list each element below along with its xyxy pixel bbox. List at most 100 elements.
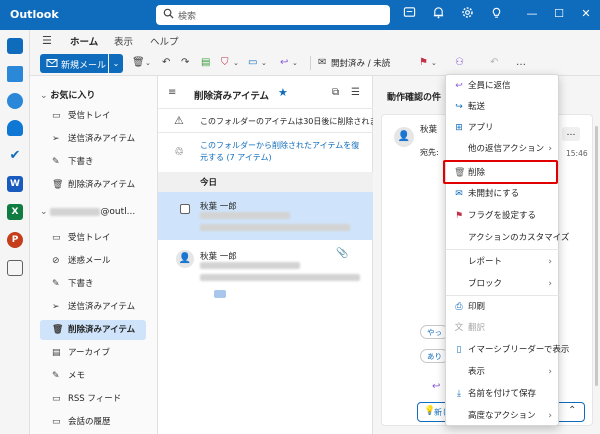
folder-favorites-deleted[interactable]: 🗑 削除済みアイテム	[40, 175, 146, 195]
archive-icon: ▤	[52, 348, 61, 358]
folder-inbox[interactable]: ▭ 受信トレイ	[40, 228, 146, 248]
menu-item-view[interactable]: 表示 ›	[446, 361, 560, 383]
reply-icon[interactable]: ↩	[432, 381, 440, 392]
folder-drafts[interactable]: ✎ 下書き	[40, 274, 146, 294]
note-icon: ✎	[52, 371, 60, 381]
select-icon[interactable]: ⧉	[332, 87, 339, 98]
app-rail: ✔ W X P	[0, 30, 30, 434]
bell-icon[interactable]	[429, 6, 447, 24]
chevron-down-icon[interactable]: ⌄	[292, 55, 298, 71]
message-item[interactable]: 👤 秋葉 一郎 📎	[158, 242, 373, 308]
folder-sent[interactable]: ➢ 送信済みアイテム	[40, 297, 146, 317]
gear-icon[interactable]	[458, 6, 476, 24]
chevron-right-icon: ›	[548, 411, 552, 421]
attachment-thumbnail[interactable]	[214, 290, 226, 298]
group-header-today[interactable]: 今日	[158, 172, 373, 192]
people-app-icon[interactable]	[7, 93, 23, 109]
scrollbar[interactable]	[595, 126, 598, 386]
menu-item-set-flag[interactable]: ⚑ フラグを設定する	[446, 205, 560, 227]
report-icon[interactable]: ⛉	[221, 55, 229, 71]
folder-favorites-drafts[interactable]: ✎ 下書き	[40, 152, 146, 172]
menu-item-print[interactable]: ⎙ 印刷	[446, 296, 560, 318]
pin-icon[interactable]: ⚇	[455, 55, 464, 71]
message-item[interactable]: 秋葉 一郎	[158, 192, 373, 240]
more-actions-button[interactable]: …	[562, 127, 580, 141]
menu-item-forward[interactable]: ↪ 転送	[446, 96, 560, 118]
folder-conversation-history[interactable]: ▭ 会話の履歴	[40, 412, 146, 432]
menu-item-reply-all[interactable]: ↩ 全員に返信	[446, 75, 560, 97]
powerpoint-app-icon[interactable]: P	[7, 232, 23, 248]
reader-icon: ▯	[456, 345, 462, 355]
menu-item-block[interactable]: ブロック ›	[446, 273, 560, 295]
menu-separator	[446, 249, 560, 250]
mail-app-icon[interactable]	[7, 38, 23, 54]
tab-help[interactable]: ヘルプ	[150, 34, 179, 48]
folder-icon: ▭	[52, 394, 61, 404]
maximize-button[interactable]: ☐	[551, 6, 567, 22]
folder-deleted[interactable]: 🗑 削除済みアイテム	[40, 320, 146, 340]
menu-item-other-reply-actions[interactable]: 他の返信アクション ›	[446, 138, 560, 160]
word-app-icon[interactable]: W	[7, 176, 23, 192]
checkbox[interactable]	[180, 204, 190, 214]
groups-app-icon[interactable]	[7, 120, 23, 136]
tab-view[interactable]: 表示	[114, 34, 133, 48]
chevron-down-icon[interactable]: ⌄	[233, 55, 239, 71]
menu-item-save-as[interactable]: ⤓ 名前を付けて保存	[446, 383, 560, 405]
menu-item-advanced-actions[interactable]: 高度なアクション ›	[446, 405, 560, 427]
redo-icon[interactable]: ↷	[181, 55, 189, 71]
menu-item-apps[interactable]: ⊞ アプリ	[446, 117, 560, 139]
read-unread-button[interactable]: 開封済み / 未読	[331, 57, 390, 69]
folder-title: 削除済みアイテム	[194, 91, 270, 102]
archive-icon[interactable]: ▤	[201, 55, 210, 71]
menu-toggle-icon[interactable]: ☰	[42, 34, 52, 47]
minimize-button[interactable]: —	[524, 6, 540, 22]
more-options-button[interactable]: …	[516, 55, 526, 71]
reply-icon[interactable]: ↩	[280, 55, 288, 71]
collapse-pane-icon[interactable]: ≡	[168, 87, 176, 98]
folder-notes[interactable]: ✎ メモ	[40, 366, 146, 386]
excel-app-icon[interactable]: X	[7, 204, 23, 220]
folder-favorites-sent[interactable]: ➢ 送信済みアイテム	[40, 129, 146, 149]
lightbulb-icon[interactable]	[487, 6, 505, 24]
menu-item-customize-actions[interactable]: アクションのカスタマイズ	[446, 227, 569, 249]
todo-app-icon[interactable]: ✔	[7, 148, 23, 164]
menu-item-report[interactable]: レポート ›	[446, 251, 560, 273]
undo-icon[interactable]: ↶	[490, 55, 498, 71]
compose-note-icon[interactable]	[400, 6, 418, 24]
undo-icon[interactable]: ↶	[162, 55, 170, 71]
filter-icon[interactable]: ☰	[351, 87, 360, 98]
chevron-up-icon[interactable]: ⌃	[568, 405, 576, 416]
folder-junk[interactable]: ⊘ 迷惑メール	[40, 251, 146, 271]
more-apps-icon[interactable]	[7, 260, 23, 276]
close-button[interactable]: ✕	[578, 6, 594, 22]
inbox-icon: ▭	[52, 233, 61, 243]
context-menu: ↩ 全員に返信 ↪ 転送 ⊞ アプリ 他の返信アクション › 🗑 削除 ✉ 未開封にする ⚑…	[445, 74, 570, 427]
folder-rss[interactable]: ▭ RSS フィード	[40, 389, 146, 409]
calendar-app-icon[interactable]	[7, 66, 23, 82]
move-folder-icon[interactable]: ▭	[248, 55, 257, 71]
folder-favorites-inbox[interactable]: ▭ 受信トレイ	[40, 106, 146, 126]
folder-archive[interactable]: ▤ アーカイブ	[40, 343, 146, 363]
favorites-header[interactable]: ⌄ お気に入り	[40, 88, 95, 101]
menu-item-mark-unread[interactable]: ✉ 未開封にする	[446, 183, 560, 205]
chevron-down-icon[interactable]: ⌄	[145, 55, 151, 71]
account-name-blurred	[50, 207, 101, 216]
retention-notice: ⚠ このフォルダーのアイテムは30日後に削除されます。	[158, 108, 393, 132]
draft-icon: ✎	[52, 157, 60, 167]
delete-icon[interactable]: 🗑	[132, 55, 145, 71]
search-box[interactable]: 検索	[156, 5, 390, 25]
new-mail-dropdown[interactable]: ⌄	[109, 54, 123, 73]
flag-icon[interactable]: ⚑	[419, 55, 428, 71]
new-mail-button[interactable]: 新規メール	[40, 54, 108, 73]
avatar: 👤	[394, 127, 414, 147]
restore-notice[interactable]: ♲ このフォルダーから削除されたアイテムを復元する (7 アイテム)	[158, 132, 373, 172]
star-icon[interactable]: ★	[278, 86, 288, 99]
menu-item-immersive-reader[interactable]: ▯ イマーシブリーダーで表示	[446, 339, 570, 361]
tab-home[interactable]: ホーム	[70, 34, 99, 52]
forward-icon: ↪	[455, 102, 463, 112]
chevron-down-icon[interactable]: ⌄	[261, 55, 267, 71]
attachment-icon: 📎	[336, 248, 349, 259]
account-header[interactable]: ⌄ @outl...	[40, 207, 135, 217]
chevron-down-icon[interactable]: ⌄	[431, 55, 437, 71]
trash-icon: 🗑	[52, 180, 64, 190]
